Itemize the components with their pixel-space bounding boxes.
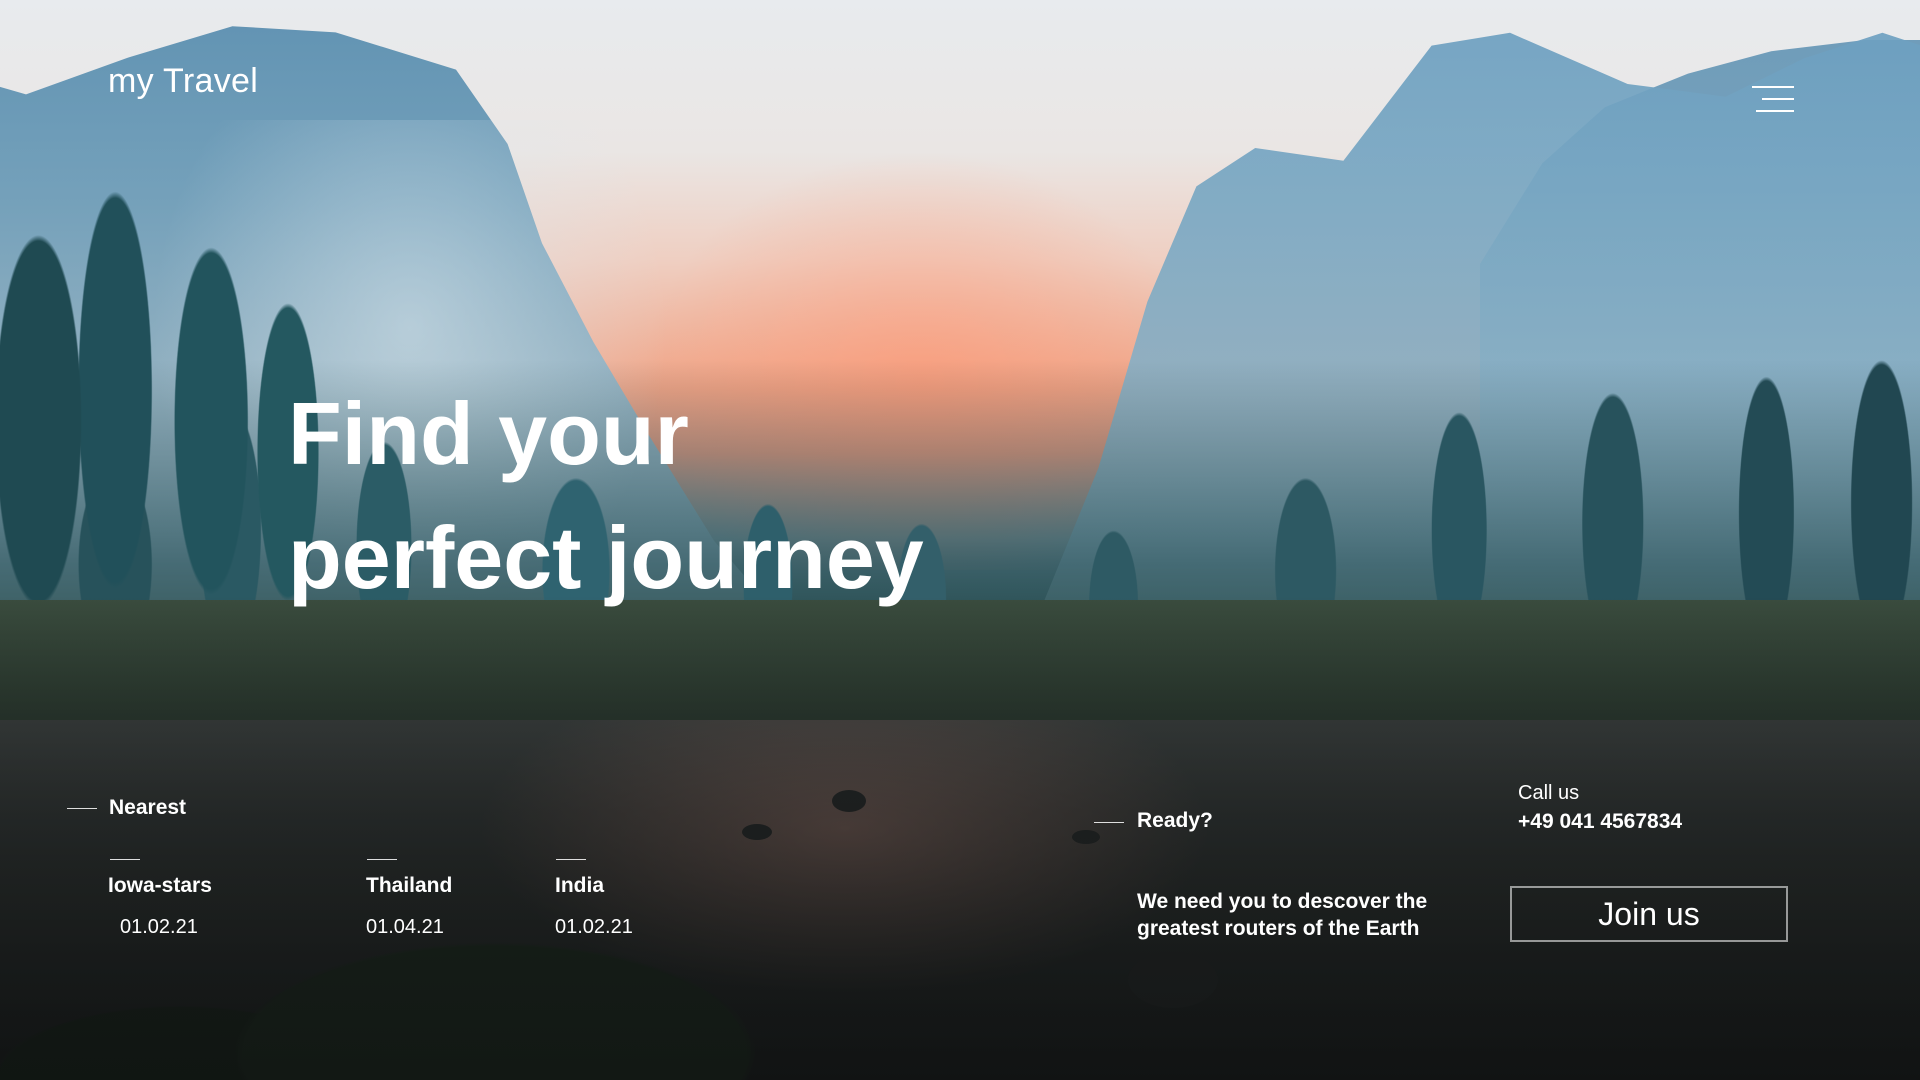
nearest-title: Nearest (109, 796, 187, 819)
ready-title: Ready? (1137, 809, 1213, 832)
site-logo[interactable]: my Travel (108, 62, 258, 101)
call-us-label: Call us (1518, 782, 1580, 804)
destination-divider (556, 859, 586, 860)
destination-divider (110, 859, 140, 860)
hero-headline: Find your perfect journey (288, 372, 924, 620)
menu-line (1756, 110, 1794, 112)
destination-name[interactable]: Iowa-stars (108, 874, 212, 898)
ready-divider (1094, 822, 1124, 823)
hero-line-1: Find your (288, 384, 689, 483)
join-us-button[interactable]: Join us (1510, 886, 1788, 942)
phone-number[interactable]: +49 041 4567834 (1518, 810, 1682, 834)
destination-date: 01.02.21 (555, 916, 633, 938)
destination-date: 01.04.21 (366, 916, 444, 938)
hamburger-menu-icon[interactable] (1748, 84, 1794, 114)
destination-name[interactable]: Thailand (366, 874, 452, 898)
menu-line (1762, 98, 1794, 100)
destination-name[interactable]: India (555, 874, 604, 898)
ready-text-line-2: greatest routers of the Earth (1137, 917, 1420, 940)
ready-text: We need you to descover the greatest rou… (1137, 888, 1427, 942)
menu-line (1752, 86, 1794, 88)
nearest-divider (67, 808, 97, 809)
hero-line-2: perfect journey (288, 508, 924, 607)
ready-text-line-1: We need you to descover the (1137, 890, 1428, 913)
destination-divider (367, 859, 397, 860)
destination-date: 01.02.21 (120, 916, 198, 938)
